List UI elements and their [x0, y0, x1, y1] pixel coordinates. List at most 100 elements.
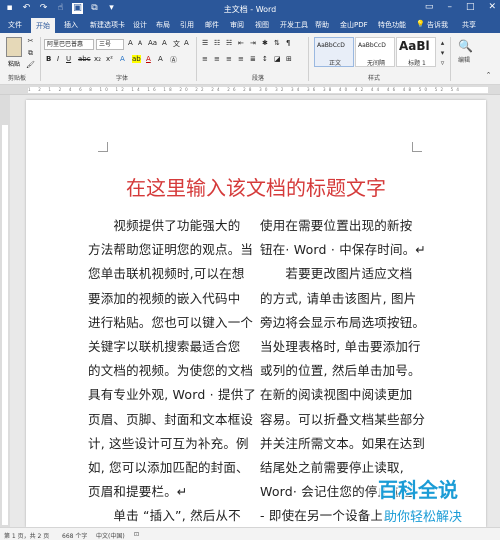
increase-indent-icon[interactable]: ⇥ [250, 39, 256, 47]
window-controls: ▭ – □ ✕ [425, 2, 496, 12]
tab-kingsoft-pdf[interactable]: 金山PDF [340, 20, 368, 30]
tab-new-tab[interactable]: 新建选项卡 [90, 20, 125, 30]
tab-help[interactable]: 帮助 [315, 20, 329, 30]
close-icon[interactable]: ✕ [488, 2, 496, 12]
font-color-icon[interactable]: A [146, 55, 151, 63]
accessibility-icon[interactable]: ⊡ [134, 531, 139, 538]
justify-icon[interactable]: ≡ [238, 55, 244, 63]
style-sample: AaBbCcD [317, 42, 345, 49]
tab-view[interactable]: 视图 [255, 20, 269, 30]
page-count[interactable]: 第 1 页，共 2 页 [4, 531, 49, 540]
text-effects-icon[interactable]: A [120, 55, 125, 63]
underline-button[interactable]: U [66, 55, 71, 63]
tell-me-search[interactable]: 告诉我 [427, 20, 448, 30]
styles-scroll-up-icon[interactable]: ▴ [438, 39, 447, 48]
style-name: 无间隔 [366, 60, 385, 67]
text-line: 使用在需要位置出现的新按 [260, 218, 413, 233]
text-line: 计, 这些设计可互为补充。例 [88, 435, 249, 451]
tab-layout[interactable]: 布局 [156, 20, 170, 30]
ribbon-home: 粘贴 ✂ ⧉ 🖌 剪贴板 阿里巴巴普惠 三号 A A Aa A 文 A B I … [0, 33, 500, 85]
align-right-icon[interactable]: ≡ [226, 55, 232, 63]
find-icon[interactable]: 🔍 [458, 39, 473, 53]
paste-icon[interactable] [6, 37, 22, 57]
vertical-ruler-area [2, 125, 8, 525]
text-line: 要添加的视频的嵌入代码中 [88, 290, 241, 306]
italic-button[interactable]: I [57, 55, 59, 63]
sort-icon[interactable]: ⇅ [274, 39, 280, 47]
document-heading[interactable]: 在这里输入该文档的标题文字 [26, 172, 486, 201]
line-spacing-icon[interactable]: ↕ [262, 55, 268, 63]
style-no-spacing[interactable]: AaBbCcD 无间隔 [355, 37, 395, 67]
align-center-icon[interactable]: ≡ [214, 55, 220, 63]
change-case-icon[interactable]: Aa [148, 39, 157, 47]
paste-button-label[interactable]: 粘贴 [8, 59, 20, 68]
char-shading-icon[interactable]: A [158, 55, 163, 63]
divider [196, 37, 197, 81]
clear-format-icon[interactable]: A [162, 39, 167, 47]
show-marks-icon[interactable]: ¶ [286, 39, 290, 47]
tab-developer[interactable]: 开发工具 [280, 20, 308, 30]
shading-icon[interactable]: ◪ [274, 55, 281, 63]
tab-insert[interactable]: 插入 [64, 20, 78, 30]
styles-scroll-down-icon[interactable]: ▾ [438, 49, 447, 58]
document-page[interactable]: 在这里输入该文档的标题文字 视频提供了功能强大的 方法帮助您证明您的观点。当 您… [26, 100, 486, 527]
style-heading-1[interactable]: AaBl 标题 1 [396, 37, 436, 67]
ribbon-tabs: 文件 开始 插入 新建选项卡 设计 布局 引用 邮件 审阅 视图 开发工具 帮助… [0, 18, 500, 33]
grow-font-icon[interactable]: A [128, 39, 133, 47]
chinese-layout-icon[interactable]: ✱ [262, 39, 268, 47]
restore-ribbon-icon[interactable]: ▭ [425, 2, 434, 12]
tab-review[interactable]: 审阅 [230, 20, 244, 30]
format-painter-icon[interactable]: 🖌 [26, 61, 35, 70]
vertical-ruler [0, 95, 10, 527]
ruler-ticks: 1 2 1 2 4 6 8 10 12 14 16 18 20 22 24 26… [28, 87, 463, 92]
word-count[interactable]: 668 个字 [62, 531, 87, 540]
tab-mailings[interactable]: 邮件 [205, 20, 219, 30]
watermark-subtitle: 助你轻松解决 [382, 506, 465, 525]
phonetic-guide-icon[interactable]: 文 [173, 39, 180, 49]
minimize-icon[interactable]: – [447, 2, 452, 12]
text-line: 您单击联机视频时,可以在想 [88, 266, 245, 282]
copy-icon[interactable]: ⧉ [26, 49, 35, 58]
text-line: 钮在· Word · 中保存时间。↵ [260, 242, 427, 258]
tab-home[interactable]: 开始 [31, 18, 55, 33]
font-size-select[interactable]: 三号 [96, 39, 124, 50]
styles-more-icon[interactable]: ▿ [438, 59, 447, 68]
text-line: 旁边将会显示布局选项按钮。 [260, 314, 426, 330]
divider [450, 37, 451, 81]
bold-button[interactable]: B [46, 55, 51, 63]
borders-icon[interactable]: ⊞ [286, 55, 292, 63]
text-line: 关键字以联机搜索最适合您 [88, 339, 241, 355]
bullets-icon[interactable]: ☰ [202, 39, 208, 47]
tab-file[interactable]: 文件 [8, 20, 22, 30]
enclose-char-icon[interactable]: A [184, 39, 189, 47]
highlight-icon[interactable]: ab [132, 55, 141, 63]
decrease-indent-icon[interactable]: ⇤ [238, 39, 244, 47]
superscript-button[interactable]: x² [106, 55, 113, 63]
tab-design[interactable]: 设计 [133, 20, 147, 30]
language-status[interactable]: 中文(中国) [96, 531, 125, 540]
maximize-icon[interactable]: □ [466, 2, 475, 12]
collapse-ribbon-icon[interactable]: ⌃ [484, 71, 493, 80]
align-left-icon[interactable]: ≡ [202, 55, 208, 63]
style-normal[interactable]: AaBbCcD 正文 [314, 37, 354, 67]
distributed-icon[interactable]: ≣ [250, 55, 256, 63]
share-button[interactable]: 共享 [462, 20, 476, 30]
strikethrough-button[interactable]: abc [78, 55, 91, 63]
text-line: 当处理表格时, 单击要添加行 [260, 339, 421, 355]
text-line: 进行粘贴。您也可以键入一个 [88, 314, 254, 330]
tab-references[interactable]: 引用 [180, 20, 194, 30]
font-family-select[interactable]: 阿里巴巴普惠 [44, 39, 94, 50]
margin-corner-mark [412, 142, 422, 152]
divider [308, 37, 309, 81]
shrink-font-icon[interactable]: A [138, 40, 142, 47]
group-label-styles: 样式 [368, 75, 381, 82]
tab-special-features[interactable]: 特色功能 [378, 20, 406, 30]
multilevel-list-icon[interactable]: ☵ [226, 39, 232, 47]
group-label-editing[interactable]: 编辑 [458, 55, 470, 64]
cut-icon[interactable]: ✂ [26, 37, 35, 46]
subscript-button[interactable]: x₂ [94, 55, 101, 63]
numbering-icon[interactable]: ☷ [214, 39, 220, 47]
char-border-icon[interactable]: Ⓐ [170, 55, 177, 65]
text-column-left[interactable]: 视频提供了功能强大的 方法帮助您证明您的观点。当 您单击联机视频时,可以在想 要… [88, 214, 256, 527]
group-label-paragraph: 段落 [252, 75, 265, 82]
